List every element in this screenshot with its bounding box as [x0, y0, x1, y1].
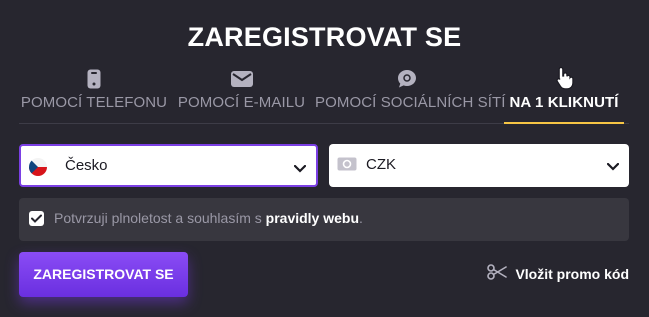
- consent-suffix: .: [359, 210, 363, 226]
- cash-icon: [337, 156, 357, 177]
- scissors-icon: [487, 263, 508, 285]
- tab-phone[interactable]: POMOCÍ TELEFONU: [19, 66, 169, 123]
- rules-link[interactable]: pravidly webu: [266, 210, 359, 226]
- tab-label: POMOCÍ SOCIÁLNÍCH SÍTÍ: [315, 94, 506, 111]
- currency-value: CZK: [366, 156, 396, 173]
- chevron-down-icon: [293, 160, 307, 178]
- tab-email[interactable]: POMOCÍ E-MAILU: [174, 66, 309, 123]
- chat-bubble-icon: [396, 68, 418, 90]
- page-title: ZAREGISTROVAT SE: [187, 22, 462, 52]
- promo-code-link[interactable]: Vložit promo kód: [487, 263, 629, 285]
- promo-label: Vložit promo kód: [515, 266, 629, 282]
- envelope-icon: [230, 68, 253, 90]
- country-value: Česko: [65, 157, 108, 174]
- chevron-down-icon: [606, 158, 620, 176]
- czech-flag-icon: [29, 158, 47, 176]
- pointer-hand-icon: [556, 66, 574, 95]
- tab-label: POMOCÍ TELEFONU: [20, 94, 168, 111]
- phone-icon: [83, 68, 105, 90]
- consent-label: Potvrzuji plnoletost a souhlasím s: [54, 210, 266, 226]
- country-select[interactable]: Česko: [19, 144, 318, 187]
- currency-select[interactable]: CZK: [329, 144, 629, 187]
- checkmark-icon: [31, 214, 42, 223]
- consent-checkbox[interactable]: [29, 211, 44, 226]
- registration-tabs: POMOCÍ TELEFONU POMOCÍ E-MAILU POMOCÍ SO…: [19, 66, 629, 124]
- consent-box: Potvrzuji plnoletost a souhlasím s pravi…: [19, 198, 629, 241]
- tab-social[interactable]: POMOCÍ SOCIÁLNÍCH SÍTÍ: [315, 66, 506, 123]
- tab-label: NA 1 KLIKNUTÍ: [509, 94, 619, 111]
- register-button[interactable]: ZAREGISTROVAT SE: [19, 252, 188, 297]
- consent-text: Potvrzuji plnoletost a souhlasím s pravi…: [54, 210, 363, 226]
- tab-label: POMOCÍ E-MAILU: [177, 94, 306, 111]
